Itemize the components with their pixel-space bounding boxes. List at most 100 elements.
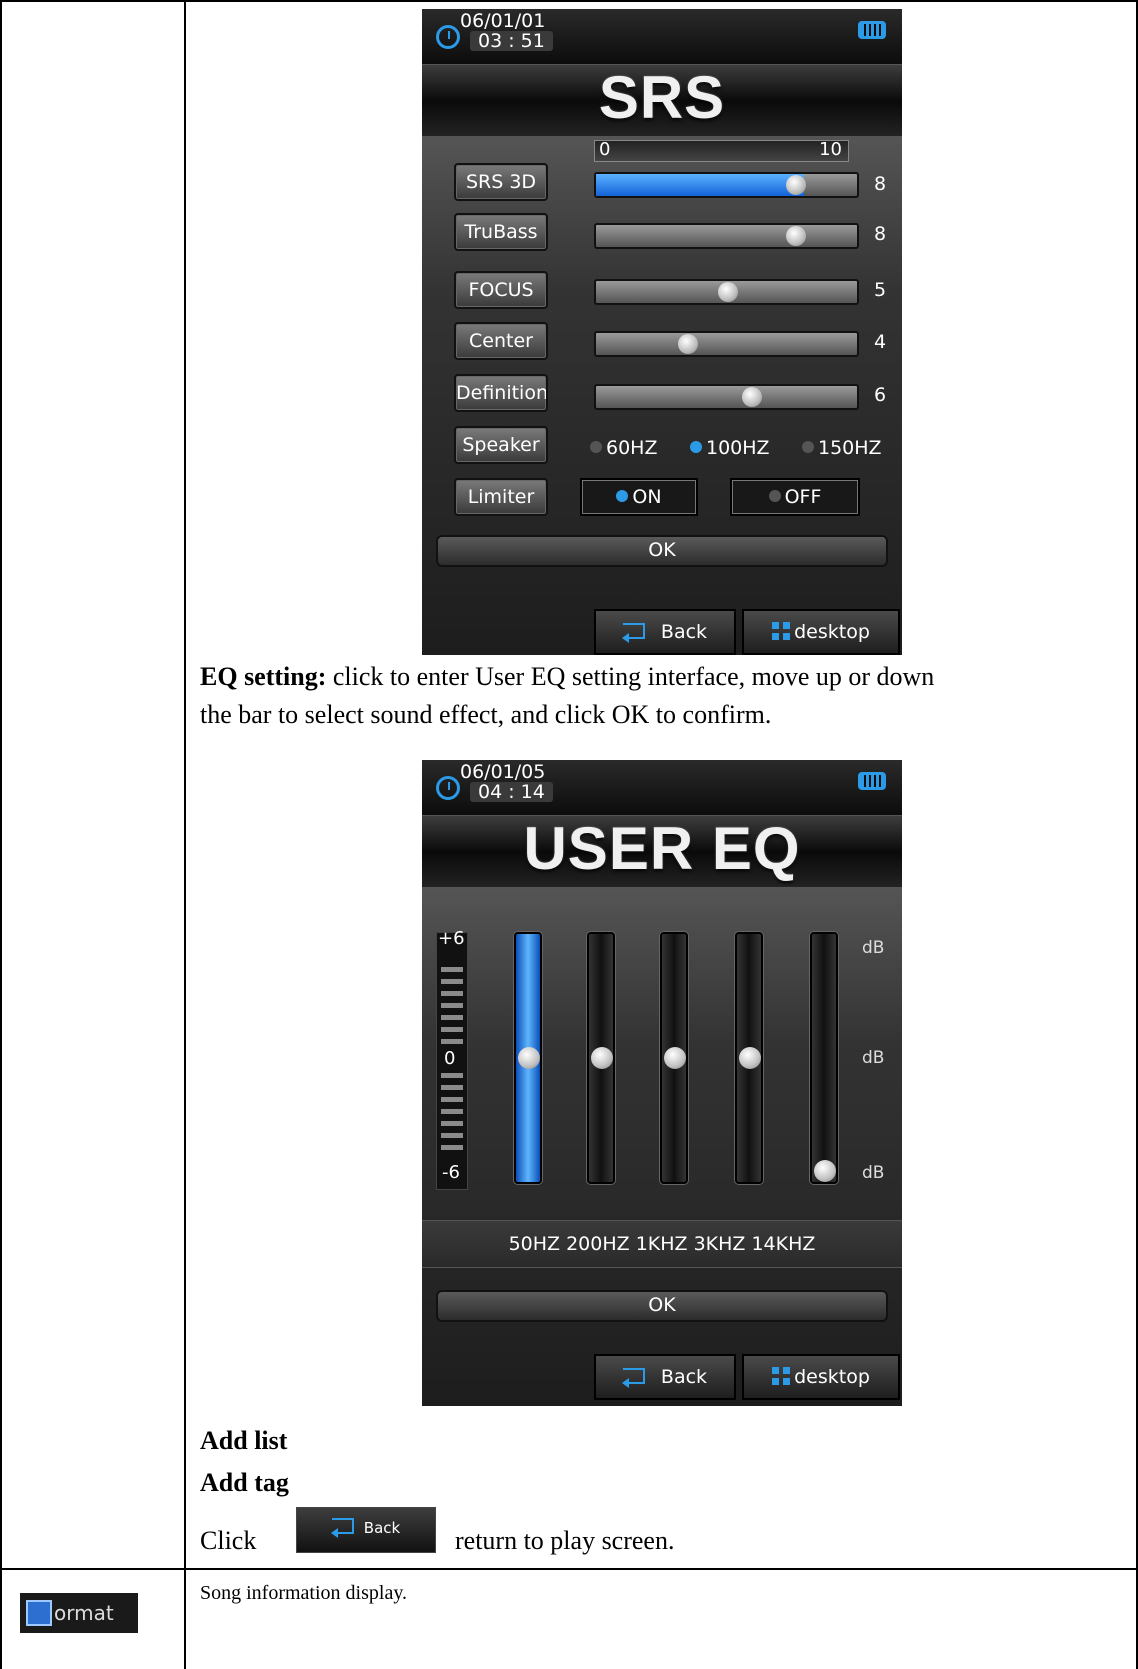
eq-description: EQ setting: click to enter User EQ setti… [200, 658, 1120, 734]
back-icon [621, 1368, 645, 1388]
battery-icon [858, 21, 886, 39]
scale-min: 0 [599, 139, 611, 160]
scale-tick [441, 1085, 463, 1090]
slider-knob[interactable] [786, 175, 806, 195]
back-icon [621, 623, 645, 643]
desktop-grid-icon [772, 622, 791, 640]
eq-description-text-2: the bar to select sound effect, and clic… [200, 700, 772, 729]
desktop-label: desktop [794, 1366, 870, 1388]
limiter-off-button[interactable]: OFF [730, 478, 860, 516]
limiter-on-button[interactable]: ON [580, 478, 698, 516]
scale-bottom-label: -6 [442, 1162, 460, 1183]
frequency-labels: 50HZ 200HZ 1KHZ 3KHZ 14KHZ [422, 1220, 902, 1268]
inline-back-label: Back [363, 1519, 401, 1537]
status-bar: 06/01/01 03 : 51 [422, 9, 902, 64]
trubass-button[interactable]: TruBass [454, 213, 548, 251]
back-button[interactable]: Back [594, 1354, 736, 1400]
back-icon [330, 1518, 354, 1538]
desktop-grid-icon [772, 1367, 791, 1385]
srs3d-slider[interactable] [594, 172, 859, 198]
status-time: 04 : 14 [470, 782, 553, 802]
screen-title: SRS [598, 64, 726, 131]
user-eq-screen: 06/01/05 04 : 14 USER EQ +6 0 -6 dB dB d… [422, 760, 902, 1406]
scale-tick [441, 1097, 463, 1102]
eq-band-50hz-slider[interactable] [514, 932, 542, 1184]
srs3d-value: 8 [874, 173, 887, 195]
table-border-top [0, 0, 1138, 2]
scale-tick [441, 1145, 463, 1150]
desktop-label: desktop [794, 621, 870, 643]
limiter-button[interactable]: Limiter [454, 478, 548, 516]
eq-knob[interactable] [664, 1047, 686, 1069]
ok-button[interactable]: OK [436, 1290, 888, 1322]
format-icon: ormat [20, 1593, 138, 1633]
focus-button[interactable]: FOCUS [454, 271, 548, 309]
eq-description-heading: EQ setting: [200, 662, 327, 691]
eq-knob[interactable] [814, 1160, 836, 1182]
db-label-mid: dB [862, 1048, 885, 1068]
center-slider[interactable] [594, 331, 859, 357]
speaker-100hz-radio[interactable]: 100HZ [690, 437, 770, 459]
scale-mid-label: 0 [444, 1048, 456, 1069]
format-icon-text: ormat [54, 1601, 114, 1625]
title-bar: SRS [422, 64, 902, 139]
srs3d-button[interactable]: SRS 3D [454, 163, 548, 201]
inline-back-button[interactable]: Back [296, 1507, 436, 1553]
db-label-top: dB [862, 938, 885, 958]
limiter-on-label: ON [632, 486, 662, 508]
scale-tick [441, 991, 463, 996]
scale-tick [441, 1133, 463, 1138]
db-label-bottom: dB [862, 1163, 885, 1183]
slider-knob[interactable] [742, 387, 762, 407]
slider-knob[interactable] [718, 282, 738, 302]
limiter-off-label: OFF [784, 486, 822, 508]
clock-icon [436, 25, 460, 49]
scale-tick [441, 1003, 463, 1008]
speaker-button[interactable]: Speaker [454, 426, 548, 464]
focus-slider[interactable] [594, 279, 859, 305]
info-search-icon [26, 1600, 52, 1626]
song-info-description: Song information display. [200, 1582, 408, 1604]
menu-item-add-list: Add list [200, 1426, 288, 1455]
eq-knob[interactable] [739, 1047, 761, 1069]
radio-label: 60HZ [606, 437, 658, 459]
eq-band-14khz-slider[interactable] [810, 932, 838, 1184]
radio-dot-icon [590, 441, 602, 453]
speaker-150hz-radio[interactable]: 150HZ [802, 437, 882, 459]
focus-value: 5 [874, 279, 887, 301]
ok-button[interactable]: OK [436, 535, 888, 567]
battery-icon [858, 772, 886, 790]
clock-icon [436, 776, 460, 800]
scale-tick [441, 1015, 463, 1020]
trubass-slider[interactable] [594, 223, 859, 249]
back-instruction-prefix: Click [200, 1526, 257, 1555]
slider-knob[interactable] [786, 226, 806, 246]
speaker-60hz-radio[interactable]: 60HZ [590, 437, 657, 459]
eq-knob[interactable] [591, 1047, 613, 1069]
desktop-button[interactable]: desktop [742, 609, 900, 655]
eq-band-3khz-slider[interactable] [735, 932, 763, 1184]
eq-band-1khz-slider[interactable] [660, 932, 688, 1184]
definition-slider[interactable] [594, 384, 859, 410]
eq-description-text: click to enter User EQ setting interface… [326, 662, 935, 691]
eq-band-200hz-slider[interactable] [587, 932, 615, 1184]
definition-button[interactable]: Definition [454, 374, 548, 412]
desktop-button[interactable]: desktop [742, 1354, 900, 1400]
radio-dot-selected-icon [616, 490, 629, 502]
scale-tick [441, 979, 463, 984]
center-button[interactable]: Center [454, 322, 548, 360]
srs-screen: 06/01/01 03 : 51 SRS 0 10 SRS 3D 8 TruBa… [422, 9, 902, 655]
back-instruction-suffix: return to play screen. [455, 1526, 675, 1555]
eq-knob[interactable] [518, 1047, 540, 1069]
back-label: Back [660, 1366, 708, 1388]
scale-tick [441, 1027, 463, 1032]
radio-label: 150HZ [818, 437, 882, 459]
table-border-left [0, 0, 2, 1669]
scale-tick [441, 1039, 463, 1044]
slider-knob[interactable] [678, 334, 698, 354]
scale-max: 10 [819, 139, 842, 160]
back-label: Back [660, 621, 708, 643]
radio-dot-icon [768, 490, 781, 502]
status-bar: 06/01/05 04 : 14 [422, 760, 902, 815]
back-button[interactable]: Back [594, 609, 736, 655]
